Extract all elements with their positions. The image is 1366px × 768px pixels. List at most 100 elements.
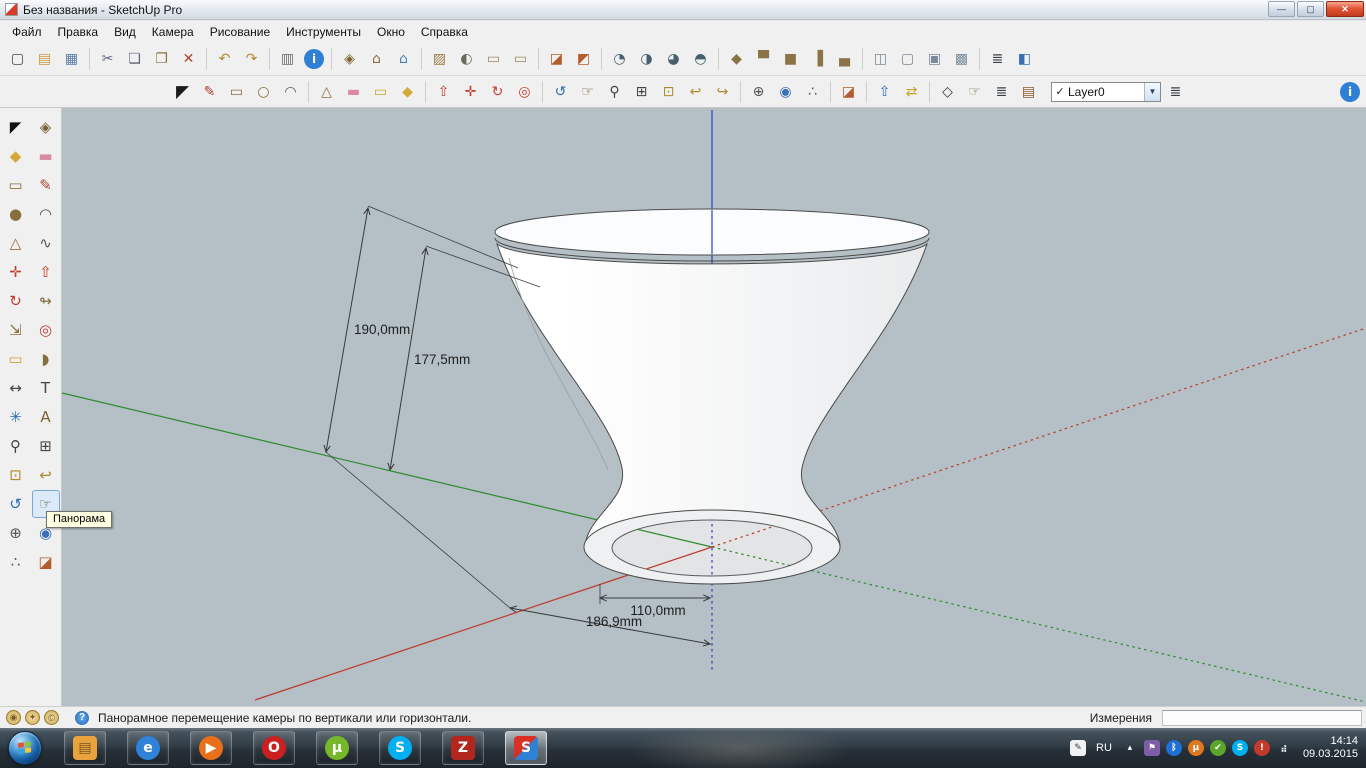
- offset-tool[interactable]: ◎: [512, 79, 537, 104]
- toolbar-icon[interactable]: [425, 81, 426, 103]
- arc-tool[interactable]: ◠: [278, 79, 303, 104]
- layers-list-icon[interactable]: ≣: [989, 79, 1014, 104]
- credits-status-icon[interactable]: ©: [44, 710, 59, 725]
- menu-edit[interactable]: Правка: [50, 23, 107, 41]
- toolbar-icon[interactable]: [866, 81, 867, 103]
- menu-window[interactable]: Окно: [369, 23, 413, 41]
- model-info-icon[interactable]: i: [1340, 82, 1360, 102]
- notes-tray-icon[interactable]: ✎: [1070, 740, 1086, 756]
- section-plane-tool[interactable]: ◪: [836, 79, 861, 104]
- move-tool[interactable]: ✛: [3, 259, 29, 285]
- claim-status-icon[interactable]: ✦: [25, 710, 40, 725]
- push-pull-tool[interactable]: ⇧: [431, 79, 456, 104]
- help-icon[interactable]: ?: [75, 711, 89, 725]
- menu-draw[interactable]: Рисование: [202, 23, 278, 41]
- views-pair-icon[interactable]: ⇄: [899, 79, 924, 104]
- section-cuts-icon[interactable]: ◩: [571, 46, 596, 71]
- make-component-icon[interactable]: ◈: [337, 46, 362, 71]
- layers-toolbar-icon[interactable]: ≣: [985, 46, 1010, 71]
- open-icon[interactable]: ▤: [32, 46, 57, 71]
- undo-icon[interactable]: ↶: [212, 46, 237, 71]
- next-view-tool[interactable]: ↪: [710, 79, 735, 104]
- viewport-canvas[interactable]: 190,0mm 177,5mm 110,0mm 186,9mm: [62, 108, 1366, 706]
- erase-icon[interactable]: ✕: [176, 46, 201, 71]
- axes-tool[interactable]: ✳: [3, 404, 29, 430]
- close-button[interactable]: ✕: [1326, 1, 1364, 17]
- tape-measure-tool[interactable]: ▭: [368, 79, 393, 104]
- entity-info-icon[interactable]: i: [304, 49, 324, 69]
- zoom-tool[interactable]: ⚲: [3, 433, 29, 459]
- zoom-window-tool[interactable]: ⊞: [629, 79, 654, 104]
- redo-icon[interactable]: ↷: [239, 46, 264, 71]
- circle-tool[interactable]: ●: [3, 201, 29, 227]
- walk-tool[interactable]: ∴: [800, 79, 825, 104]
- rectangle-tool[interactable]: ▭: [3, 172, 29, 198]
- front-view-icon[interactable]: ■: [778, 46, 803, 71]
- select-tool[interactable]: ◤: [170, 79, 195, 104]
- viewport[interactable]: 190,0mm 177,5mm 110,0mm 186,9mm: [62, 108, 1366, 706]
- move-tool[interactable]: ✛: [458, 79, 483, 104]
- toolbar-icon[interactable]: [269, 48, 270, 70]
- cut-icon[interactable]: ✂: [95, 46, 120, 71]
- network-tray-icon[interactable]: ⣴: [1276, 740, 1292, 756]
- materials-icon[interactable]: ▨: [427, 46, 452, 71]
- internet-explorer-taskbar-icon[interactable]: e: [127, 731, 169, 765]
- shadow-date-icon[interactable]: ▭: [481, 46, 506, 71]
- turntable-icon[interactable]: ◕: [661, 46, 686, 71]
- toolbar-icon[interactable]: [206, 48, 207, 70]
- toolbar-icon[interactable]: [830, 81, 831, 103]
- print-icon[interactable]: ▥: [275, 46, 300, 71]
- shadow-time-icon[interactable]: ▭: [508, 46, 533, 71]
- explorer-taskbar-icon[interactable]: ▤: [64, 731, 106, 765]
- top-view-icon[interactable]: ▀: [751, 46, 776, 71]
- rotate-tool[interactable]: ↻: [3, 288, 29, 314]
- antivirus-tray-icon[interactable]: ✔: [1210, 740, 1226, 756]
- media-player-taskbar-icon[interactable]: ▶: [190, 731, 232, 765]
- eraser-tool[interactable]: ▬: [33, 143, 59, 169]
- toolbar-icon[interactable]: [308, 81, 309, 103]
- offset-tool[interactable]: ◎: [33, 317, 59, 343]
- menu-file[interactable]: Файл: [4, 23, 50, 41]
- scale-tool[interactable]: ⇲: [3, 317, 29, 343]
- toolbar-icon[interactable]: [601, 48, 602, 70]
- menu-view[interactable]: Вид: [106, 23, 144, 41]
- previous-view-icon[interactable]: ◔: [607, 46, 632, 71]
- look-around-tool[interactable]: ◉: [773, 79, 798, 104]
- wireframe-icon[interactable]: ▢: [895, 46, 920, 71]
- orbit-tool[interactable]: ↺: [548, 79, 573, 104]
- maximize-button[interactable]: ▢: [1297, 1, 1324, 17]
- select-tool[interactable]: ◤: [3, 114, 29, 140]
- hidden-line-icon[interactable]: ▣: [922, 46, 947, 71]
- section-plane-tool[interactable]: ◪: [33, 549, 59, 575]
- dimension-tool[interactable]: ↔: [3, 375, 29, 401]
- x-ray-icon[interactable]: ◫: [868, 46, 893, 71]
- back-view-icon[interactable]: ▄: [832, 46, 857, 71]
- language-indicator[interactable]: RU: [1093, 742, 1115, 754]
- skype-tray-icon[interactable]: S: [1232, 740, 1248, 756]
- toolbar-icon[interactable]: [862, 48, 863, 70]
- get-models-icon[interactable]: ⌂: [364, 46, 389, 71]
- 3d-text-tool[interactable]: A: [33, 404, 59, 430]
- opera-taskbar-icon[interactable]: O: [253, 731, 295, 765]
- protractor-tool[interactable]: ◗: [33, 346, 59, 372]
- menu-camera[interactable]: Камера: [144, 23, 202, 41]
- toolbar-icon[interactable]: [979, 48, 980, 70]
- layer-dropdown[interactable]: ✓ Layer0 ▼: [1051, 82, 1161, 102]
- toolbar-icon[interactable]: [718, 48, 719, 70]
- iso-view-icon[interactable]: ◆: [724, 46, 749, 71]
- zoom-extents-tool[interactable]: ⊡: [656, 79, 681, 104]
- save-icon[interactable]: ▦: [59, 46, 84, 71]
- styles-toolbar-icon[interactable]: ◧: [1012, 46, 1037, 71]
- toolbar-icon[interactable]: [331, 48, 332, 70]
- paint-bucket-tool[interactable]: ◆: [395, 79, 420, 104]
- make-component-tool[interactable]: ◈: [33, 114, 59, 140]
- library-icon[interactable]: ▤: [1016, 79, 1041, 104]
- zoom-window-tool[interactable]: ⊞: [33, 433, 59, 459]
- zoom-tool[interactable]: ⚲: [602, 79, 627, 104]
- eraser-tool[interactable]: ▬: [341, 79, 366, 104]
- sketchup-taskbar-icon[interactable]: S: [505, 731, 547, 765]
- up-view-icon[interactable]: ⇧: [872, 79, 897, 104]
- paint-bucket-tool[interactable]: ◆: [3, 143, 29, 169]
- orbit-views-icon[interactable]: ◑: [634, 46, 659, 71]
- bluetooth-tray-icon[interactable]: ᛒ: [1166, 740, 1182, 756]
